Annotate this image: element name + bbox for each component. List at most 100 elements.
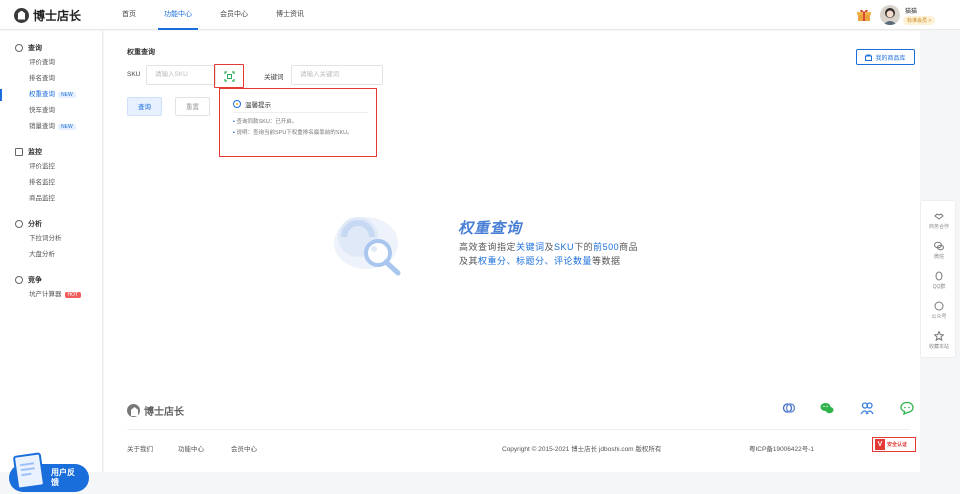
keyword-input[interactable]: 请输入关键词: [291, 65, 383, 85]
sidebar-item-rank-monitor[interactable]: 排名监控: [0, 175, 102, 191]
description-line-1: 高效查询指定关键词及SKU下的前500商品: [459, 242, 639, 252]
footer-link-about[interactable]: 关于我们: [127, 443, 153, 453]
main-nav: 首页 功能中心 会员中心 博士资讯: [108, 0, 318, 30]
search-icon: [15, 44, 23, 52]
right-bar-label: 商务合作: [928, 224, 949, 230]
qq-group-item[interactable]: QQ群: [921, 271, 957, 290]
official-account-item[interactable]: 公众号: [921, 301, 957, 320]
star-icon: [934, 331, 944, 341]
wechat-item[interactable]: 微信: [921, 241, 957, 260]
nav-news[interactable]: 博士资讯: [262, 0, 318, 30]
monitor-icon: [15, 148, 23, 156]
side-group-title: 竞争: [0, 273, 102, 287]
avatar[interactable]: [880, 5, 900, 25]
member-badge[interactable]: 标准会员 >: [903, 16, 936, 25]
bulb-icon: [233, 100, 241, 108]
chat-icon[interactable]: [900, 401, 914, 415]
security-badge-label: 安全认证: [887, 442, 908, 448]
qq-icon: [935, 271, 943, 281]
compete-icon: [15, 276, 23, 284]
side-group-monitor: 监控 评价监控 排名监控 商品监控: [0, 145, 102, 207]
user-name[interactable]: 猫猫: [905, 6, 917, 15]
sidebar-item-product-monitor[interactable]: 商品监控: [0, 191, 102, 207]
tip-header: 温馨提示: [233, 99, 271, 109]
clipboard-icon: [12, 452, 46, 490]
new-badge: NEW: [58, 124, 76, 130]
gift-icon[interactable]: [857, 8, 871, 22]
verified-icon: V: [875, 439, 885, 450]
new-badge: NEW: [58, 92, 76, 98]
sidebar-item-weight-query[interactable]: 权重查询 NEW: [0, 87, 102, 103]
main-content: 权重查询 SKU 请输入SKU 关键词 请输入关键词 查询 重置 我的商品库 温…: [104, 31, 920, 472]
feedback-label: 用户反馈: [51, 468, 75, 487]
logo-text: 博士店长: [33, 8, 82, 23]
nav-home[interactable]: 首页: [108, 0, 150, 30]
wechat-icon: [934, 241, 944, 251]
sidebar-item-review-monitor[interactable]: 评价监控: [0, 159, 102, 175]
page-title: 权重查询: [127, 49, 155, 56]
sidebar-item-label: 销量查询: [29, 123, 55, 130]
weibo-icon[interactable]: [782, 401, 796, 415]
tip-line: ▪ 查询同款SKU：已开启。: [233, 119, 298, 125]
sidebar: 查询 评价查询 排名查询 权重查询 NEW 快车查询 销量查询 NEW 监控 评价监…: [0, 31, 103, 492]
empty-state-title: 权重查询: [458, 220, 523, 237]
top-bar: 博士店长 首页 功能中心 会员中心 博士资讯 猫猫 标准会员 >: [0, 0, 960, 30]
sku-label: SKU: [127, 71, 141, 78]
divider: [127, 429, 910, 430]
wechat-icon[interactable]: [820, 401, 834, 415]
tip-popover: 温馨提示 ▪ 查询同款SKU：已开启。 ▪ 说明：查询当前SPU下权重排名最靠前…: [219, 88, 377, 157]
feedback-button[interactable]: 用户反馈: [9, 452, 91, 494]
sku-input[interactable]: 请输入SKU: [146, 65, 216, 85]
scan-icon: [223, 70, 235, 82]
store-icon: [865, 54, 873, 61]
tip-title: 温馨提示: [245, 102, 271, 109]
side-group-query: 查询 评价查询 排名查询 权重查询 NEW 快车查询 销量查询 NEW: [0, 41, 102, 135]
security-badge[interactable]: V 安全认证: [872, 437, 916, 452]
description-line-2: 及其权重分、标题分、评论数量等数据: [459, 256, 621, 266]
my-products-button[interactable]: 我的商品库: [856, 49, 915, 65]
logo[interactable]: 博士店长: [14, 7, 81, 23]
right-bar-label: 公众号: [931, 314, 947, 320]
handshake-icon: [934, 213, 944, 220]
footer-link-membership[interactable]: 会员中心: [231, 443, 257, 453]
side-group-title: 查询: [0, 41, 102, 55]
footer-logo[interactable]: 博士店长: [127, 403, 184, 418]
analysis-icon: [15, 220, 23, 228]
hot-badge: HOT: [64, 292, 82, 298]
nav-membership[interactable]: 会员中心: [206, 0, 262, 30]
copyright-text: Copyright © 2015-2021 博士店长 jdboshi.com 版…: [502, 446, 662, 453]
right-float-bar: 商务合作 微信 QQ群 公众号 收藏本站: [920, 200, 956, 358]
sidebar-item-market-analysis[interactable]: 大盘分析: [0, 247, 102, 263]
sidebar-item-rank-query[interactable]: 排名查询: [0, 71, 102, 87]
sidebar-item-label: 权重查询: [29, 91, 55, 98]
sidebar-item-sales-query[interactable]: 销量查询 NEW: [0, 119, 102, 135]
right-bar-label: 收藏本站: [928, 344, 949, 350]
logo-icon: [127, 404, 140, 417]
nav-features[interactable]: 功能中心: [150, 0, 206, 30]
icp-link[interactable]: 粤ICP备19006422号-1: [749, 443, 814, 453]
scan-button[interactable]: [214, 64, 244, 88]
footer-logo-text: 博士店长: [144, 407, 184, 418]
side-group-title: 监控: [0, 145, 102, 159]
reset-button[interactable]: 重置: [175, 97, 210, 116]
query-button[interactable]: 查询: [127, 97, 162, 116]
right-bar-label: QQ群: [932, 284, 946, 290]
side-group-compete: 竞争 坑产计算器 HOT: [0, 273, 102, 303]
footer-link-features[interactable]: 功能中心: [178, 443, 204, 453]
avatar-image: [883, 8, 897, 25]
sidebar-item-express-query[interactable]: 快车查询: [0, 103, 102, 119]
logo-icon: [14, 7, 29, 23]
sidebar-item-dropdown-analysis[interactable]: 下拉词分析: [0, 231, 102, 247]
right-bar-label: 微信: [933, 254, 944, 260]
keyword-label: 关键词: [264, 74, 284, 81]
empty-state-description: 高效查询指定关键词及SKU下的前500商品 及其权重分、标题分、评论数量等数据: [459, 240, 638, 268]
tip-line: ▪ 说明：查询当前SPU下权重排名最靠前的SKU。: [233, 130, 353, 136]
chat-bubble-icon: [934, 301, 944, 311]
my-products-label: 我的商品库: [875, 55, 906, 62]
side-group-analysis: 分析 下拉词分析 大盘分析: [0, 217, 102, 263]
sidebar-item-calculator[interactable]: 坑产计算器 HOT: [0, 287, 102, 303]
business-coop-item[interactable]: 商务合作: [921, 211, 957, 230]
qq-group-icon[interactable]: [860, 401, 874, 415]
bookmark-item[interactable]: 收藏本站: [921, 331, 957, 350]
sidebar-item-review-query[interactable]: 评价查询: [0, 55, 102, 71]
